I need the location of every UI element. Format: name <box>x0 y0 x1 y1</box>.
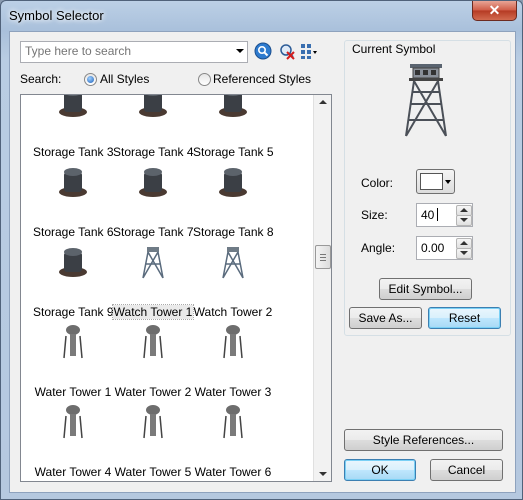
style-references-button[interactable]: Style References... <box>344 429 503 451</box>
angle-label: Angle: <box>361 241 396 255</box>
size-label: Size: <box>361 208 388 222</box>
symbol-item[interactable]: Water Tower 6 <box>193 405 273 481</box>
title-bar[interactable]: Symbol Selector ✕ <box>1 1 522 31</box>
symbol-item-label: Water Tower 2 <box>114 385 192 399</box>
all-styles-radio[interactable] <box>84 73 97 86</box>
scroll-thumb[interactable] <box>315 245 331 269</box>
search-input[interactable] <box>21 42 234 60</box>
symbol-thumbnail <box>219 168 247 197</box>
symbol-item-label: Water Tower 6 <box>194 465 272 479</box>
all-styles-label[interactable]: All Styles <box>100 72 149 86</box>
clear-search-icon[interactable] <box>278 42 296 60</box>
symbol-item-label: Storage Tank 7 <box>113 225 194 239</box>
symbol-item-label: Storage Tank 3 <box>33 145 114 159</box>
symbol-list[interactable]: Storage Tank 3 Storage Tank 4 Storage Tank… <box>20 94 332 482</box>
symbol-item-label: Water Tower 4 <box>34 465 112 479</box>
search-scope-label: Search: <box>20 72 62 86</box>
vertical-scrollbar[interactable] <box>313 95 331 481</box>
symbol-item-label: Storage Tank 6 <box>33 225 114 239</box>
size-stepper[interactable]: 40 <box>416 203 473 227</box>
save-as-button[interactable]: Save As... <box>349 307 422 329</box>
symbol-thumbnail <box>63 325 83 359</box>
symbol-thumbnail <box>63 405 83 439</box>
edit-symbol-button[interactable]: Edit Symbol... <box>379 278 472 300</box>
symbol-selector-window: Symbol Selector ✕ Search: All Styl <box>0 0 523 500</box>
cancel-button[interactable]: Cancel <box>430 459 503 481</box>
search-combobox[interactable] <box>20 41 248 63</box>
chevron-down-icon <box>445 180 451 184</box>
symbol-thumbnail <box>143 405 163 439</box>
symbol-item[interactable]: Water Tower 4 <box>33 405 113 481</box>
symbol-thumbnail <box>139 95 167 117</box>
angle-value[interactable]: 0.00 <box>421 241 444 255</box>
symbol-thumbnail <box>222 247 244 279</box>
symbol-item-label: Storage Tank 4 <box>113 145 194 159</box>
close-icon: ✕ <box>488 2 501 18</box>
symbol-thumbnail <box>142 247 164 279</box>
symbol-thumbnail <box>139 168 167 197</box>
chevron-down-icon[interactable] <box>236 49 244 53</box>
close-button[interactable]: ✕ <box>472 1 517 21</box>
scroll-down-arrow-icon[interactable] <box>319 472 327 476</box>
window-title: Symbol Selector <box>9 8 104 23</box>
symbol-thumbnail <box>59 168 87 197</box>
symbol-thumbnail <box>143 325 163 359</box>
search-icon[interactable] <box>254 42 272 60</box>
symbol-item-label: Watch Tower 1 <box>112 304 194 320</box>
symbol-item-label: Water Tower 3 <box>194 385 272 399</box>
scroll-up-arrow-icon[interactable] <box>319 100 327 104</box>
angle-down-button[interactable] <box>456 248 472 259</box>
symbol-item-label: Storage Tank 9 <box>33 305 114 319</box>
referenced-styles-radio[interactable] <box>198 73 211 86</box>
referenced-styles-label[interactable]: Referenced Styles <box>213 72 311 86</box>
symbol-thumbnail <box>219 95 247 117</box>
symbol-item[interactable]: Water Tower 5 <box>113 405 193 481</box>
reset-button[interactable]: Reset <box>428 307 501 329</box>
current-symbol-preview <box>405 64 447 137</box>
symbol-item-label: Water Tower 5 <box>114 465 192 479</box>
symbol-item-label: Storage Tank 8 <box>193 225 274 239</box>
symbol-item-label: Watch Tower 2 <box>193 305 273 319</box>
list-view-icon[interactable] <box>300 42 318 60</box>
size-down-button[interactable] <box>456 215 472 226</box>
symbol-thumbnail <box>223 405 243 439</box>
symbol-item-label: Storage Tank 5 <box>193 145 274 159</box>
angle-stepper[interactable]: 0.00 <box>416 236 473 260</box>
current-symbol-title: Current Symbol <box>350 42 438 56</box>
symbol-thumbnail <box>223 325 243 359</box>
color-picker-button[interactable] <box>416 169 455 194</box>
size-value[interactable]: 40 <box>421 208 434 222</box>
ok-button[interactable]: OK <box>344 459 416 481</box>
symbol-item-label: Water Tower 1 <box>34 385 112 399</box>
color-swatch <box>420 173 443 190</box>
symbol-thumbnail <box>59 95 87 117</box>
color-label: Color: <box>361 176 394 190</box>
dialog-client-area: Search: All Styles Referenced Styles Sto… <box>9 31 516 493</box>
symbol-thumbnail <box>59 248 87 277</box>
